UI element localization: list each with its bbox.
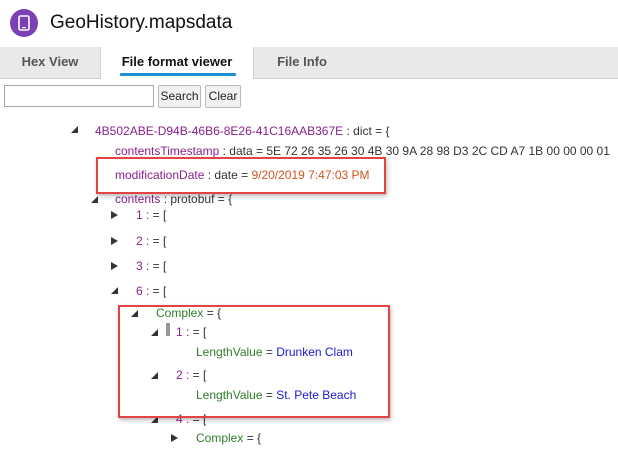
phone-icon — [10, 9, 38, 37]
expanded-arrow-icon[interactable] — [91, 196, 98, 203]
tree-node-complex: Complex = { — [196, 430, 261, 446]
node-type: : protobuf = { — [160, 192, 233, 206]
app-title: GeoHistory.mapsdata — [50, 12, 233, 33]
tree-node-item-2: 2 : = [ — [136, 233, 166, 249]
tab-bar: Hex View File format viewer File Info — [0, 47, 618, 79]
search-button[interactable]: Search — [158, 85, 201, 108]
node-type: = [ — [149, 284, 167, 298]
node-type: : dict = { — [343, 124, 390, 138]
tree-node-item-6: 6 : = [ — [136, 283, 166, 299]
node-value: 5E 72 26 35 26 30 4B 30 9A 28 98 D3 2C C… — [266, 144, 610, 158]
collapsed-arrow-icon[interactable] — [171, 434, 178, 442]
tree-node-item-3: 3 : = [ — [136, 258, 166, 274]
tab-hex-view[interactable]: Hex View — [0, 47, 100, 78]
title-bar: GeoHistory.mapsdata — [0, 0, 618, 46]
highlight-box — [96, 157, 386, 194]
node-key: Complex — [196, 431, 244, 445]
node-key: 4B502ABE-D94B-46B6-8E26-41C16AAB367E — [95, 124, 344, 138]
node-type: = [ — [149, 208, 167, 222]
node-type: = [ — [149, 259, 167, 273]
collapsed-arrow-icon[interactable] — [111, 237, 118, 245]
tab-file-info[interactable]: File Info — [254, 47, 350, 78]
node-key: contentsTimestamp — [115, 144, 220, 158]
expanded-arrow-icon[interactable] — [111, 287, 118, 294]
tree-node-item-1: 1 : = [ — [136, 207, 166, 223]
node-key: 6 : — [136, 284, 150, 298]
node-key: 2 : — [136, 234, 150, 248]
node-key: 3 : — [136, 259, 150, 273]
expanded-arrow-icon[interactable] — [71, 126, 78, 133]
node-type: = { — [243, 431, 262, 445]
collapsed-arrow-icon[interactable] — [111, 262, 118, 270]
active-tab-indicator — [120, 73, 236, 76]
node-type: : data = — [219, 144, 267, 158]
tree-node-root: 4B502ABE-D94B-46B6-8E26-41C16AAB367E : d… — [95, 123, 390, 139]
collapsed-arrow-icon[interactable] — [111, 211, 118, 219]
highlight-box — [118, 305, 390, 418]
clear-button[interactable]: Clear — [205, 85, 241, 108]
search-input[interactable] — [4, 85, 154, 107]
node-key: contents — [115, 192, 161, 206]
node-type: = [ — [149, 234, 167, 248]
node-key: 1 : — [136, 208, 150, 222]
